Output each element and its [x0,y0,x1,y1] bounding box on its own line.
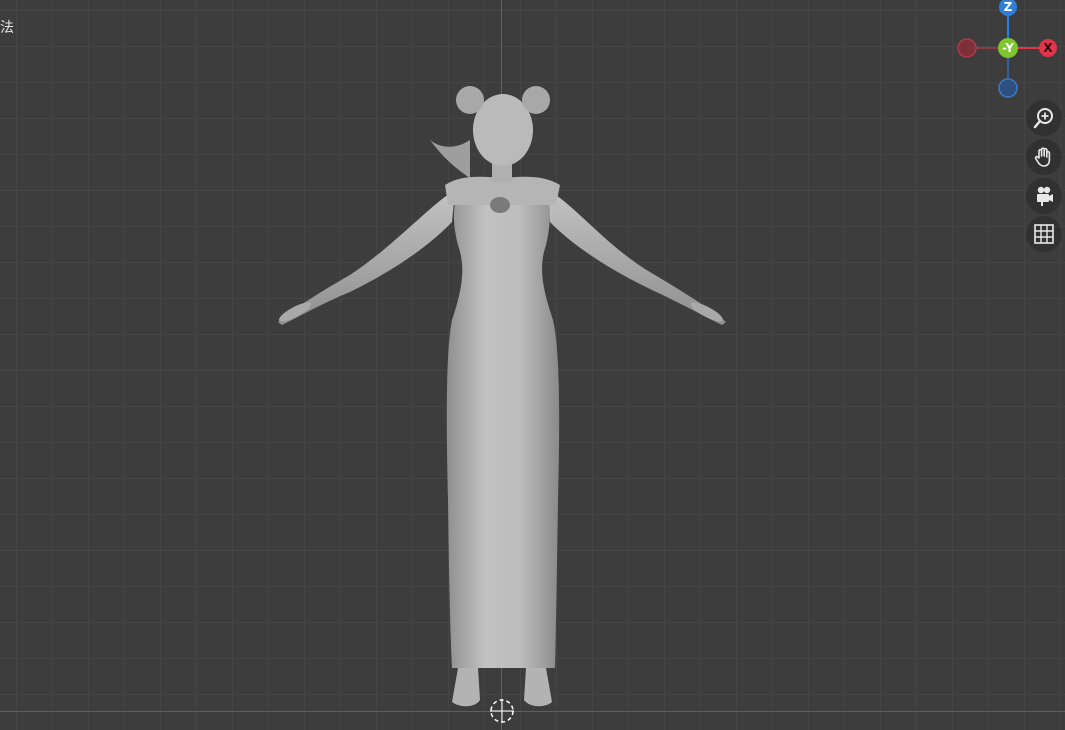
hair-bun-right [522,86,550,114]
hair-bun-left [456,86,484,114]
keyhole [490,197,510,213]
zoom-button[interactable] [1026,100,1062,136]
origin-marker [490,699,514,723]
grid-view-button[interactable] [1026,216,1062,252]
zoom-icon [1032,106,1056,130]
dress [446,182,560,668]
hair-strand [430,140,470,178]
camera-view-button[interactable] [1026,178,1062,214]
character-model[interactable] [0,0,1065,730]
pan-button[interactable] [1026,139,1062,175]
grid-icon [1032,222,1056,246]
right-hand [690,302,724,322]
3d-viewport[interactable]: 法 Z -Y X [0,0,1065,730]
navigation-gizmo[interactable]: Z -Y X [950,0,1065,105]
hand-icon [1032,145,1056,169]
gizmo-z-label[interactable]: Z [998,0,1018,17]
gizmo-x-label[interactable]: X [1038,38,1058,58]
gizmo-neg-y-label[interactable]: -Y [998,38,1018,58]
camera-icon [1032,184,1056,208]
left-hand [278,302,312,322]
left-foot [452,668,480,707]
right-foot [524,668,552,707]
